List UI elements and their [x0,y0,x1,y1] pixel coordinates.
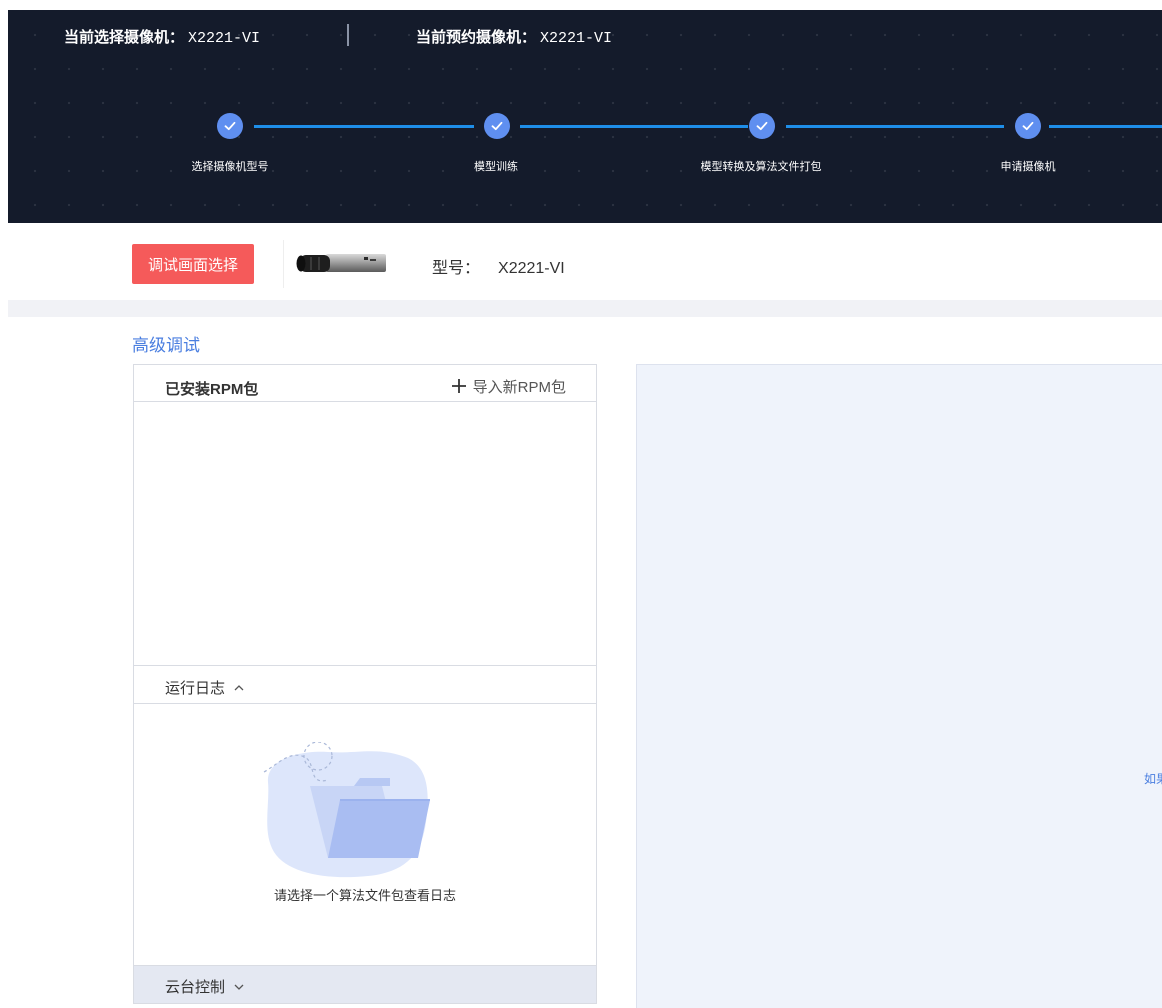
step-1-check-icon [217,113,243,139]
section-separator [8,300,1162,317]
step-4-label: 申请摄像机 [1000,161,1056,173]
step-2-check-icon [484,113,510,139]
rpm-panel-header: 已安装RPM包 导入新RPM包 [134,365,596,402]
reserved-camera-info: 当前预约摄像机： X2221-VI [416,26,612,47]
ptz-control-toggle[interactable]: 云台控制 [134,965,596,1003]
current-camera-label: 当前选择摄像机： [64,29,185,46]
reserved-camera-label: 当前预约摄像机： [416,29,537,46]
preview-hint-text[interactable]: 如果 [1144,770,1162,787]
step-connector-2 [520,125,748,128]
top-header: 当前选择摄像机： X2221-VI 当前预约摄像机： X2221-VI 选择摄像机型… [8,10,1162,223]
advanced-debug-title: 高级调试 [132,336,200,355]
left-panel: 已安装RPM包 导入新RPM包 运行日志 请选择一个算法文件包查看日志 云台控制 [133,364,597,1004]
model-value: X2221-VI [498,260,565,277]
import-rpm-label: 导入新RPM包 [472,379,566,396]
debug-view-select-button[interactable]: 调试画面选择 [132,244,254,284]
log-empty-text: 请选择一个算法文件包查看日志 [273,888,456,903]
step-1-label: 选择摄像机型号 [191,161,269,173]
video-preview-panel: 如果 [636,364,1162,1008]
step-3-label: 模型转换及算法文件打包 [700,161,822,173]
run-log-title-wrap: 运行日志 [165,677,245,698]
run-log-body: 请选择一个算法文件包查看日志 [134,704,596,965]
step-connector-1 [254,125,474,128]
reserved-camera-value: X2221-VI [540,30,613,47]
step-3-check-icon [749,113,775,139]
current-camera-info: 当前选择摄像机： X2221-VI [64,26,260,47]
chevron-down-icon [234,984,244,990]
step-2-label: 模型训练 [474,161,518,173]
step-4-check-icon [1015,113,1041,139]
empty-folder-icon [263,742,430,878]
rpm-package-list [134,403,596,665]
model-label: 型号： [432,260,481,277]
ptz-control-title: 云台控制 [165,979,226,996]
rpm-panel-title: 已安装RPM包 [165,381,259,398]
run-log-title: 运行日志 [165,680,226,697]
header-divider [347,24,349,46]
model-info: 型号： X2221-VI [432,254,565,278]
step-connector-4 [1049,125,1162,128]
ptz-title-wrap: 云台控制 [165,976,245,997]
chevron-up-icon [234,685,244,691]
step-connector-3 [786,125,1004,128]
current-camera-value: X2221-VI [188,30,261,47]
camera-thumbnail [283,240,397,288]
import-rpm-button[interactable]: 导入新RPM包 [451,376,566,397]
plus-icon [451,378,467,395]
run-log-toggle[interactable]: 运行日志 [134,665,596,704]
